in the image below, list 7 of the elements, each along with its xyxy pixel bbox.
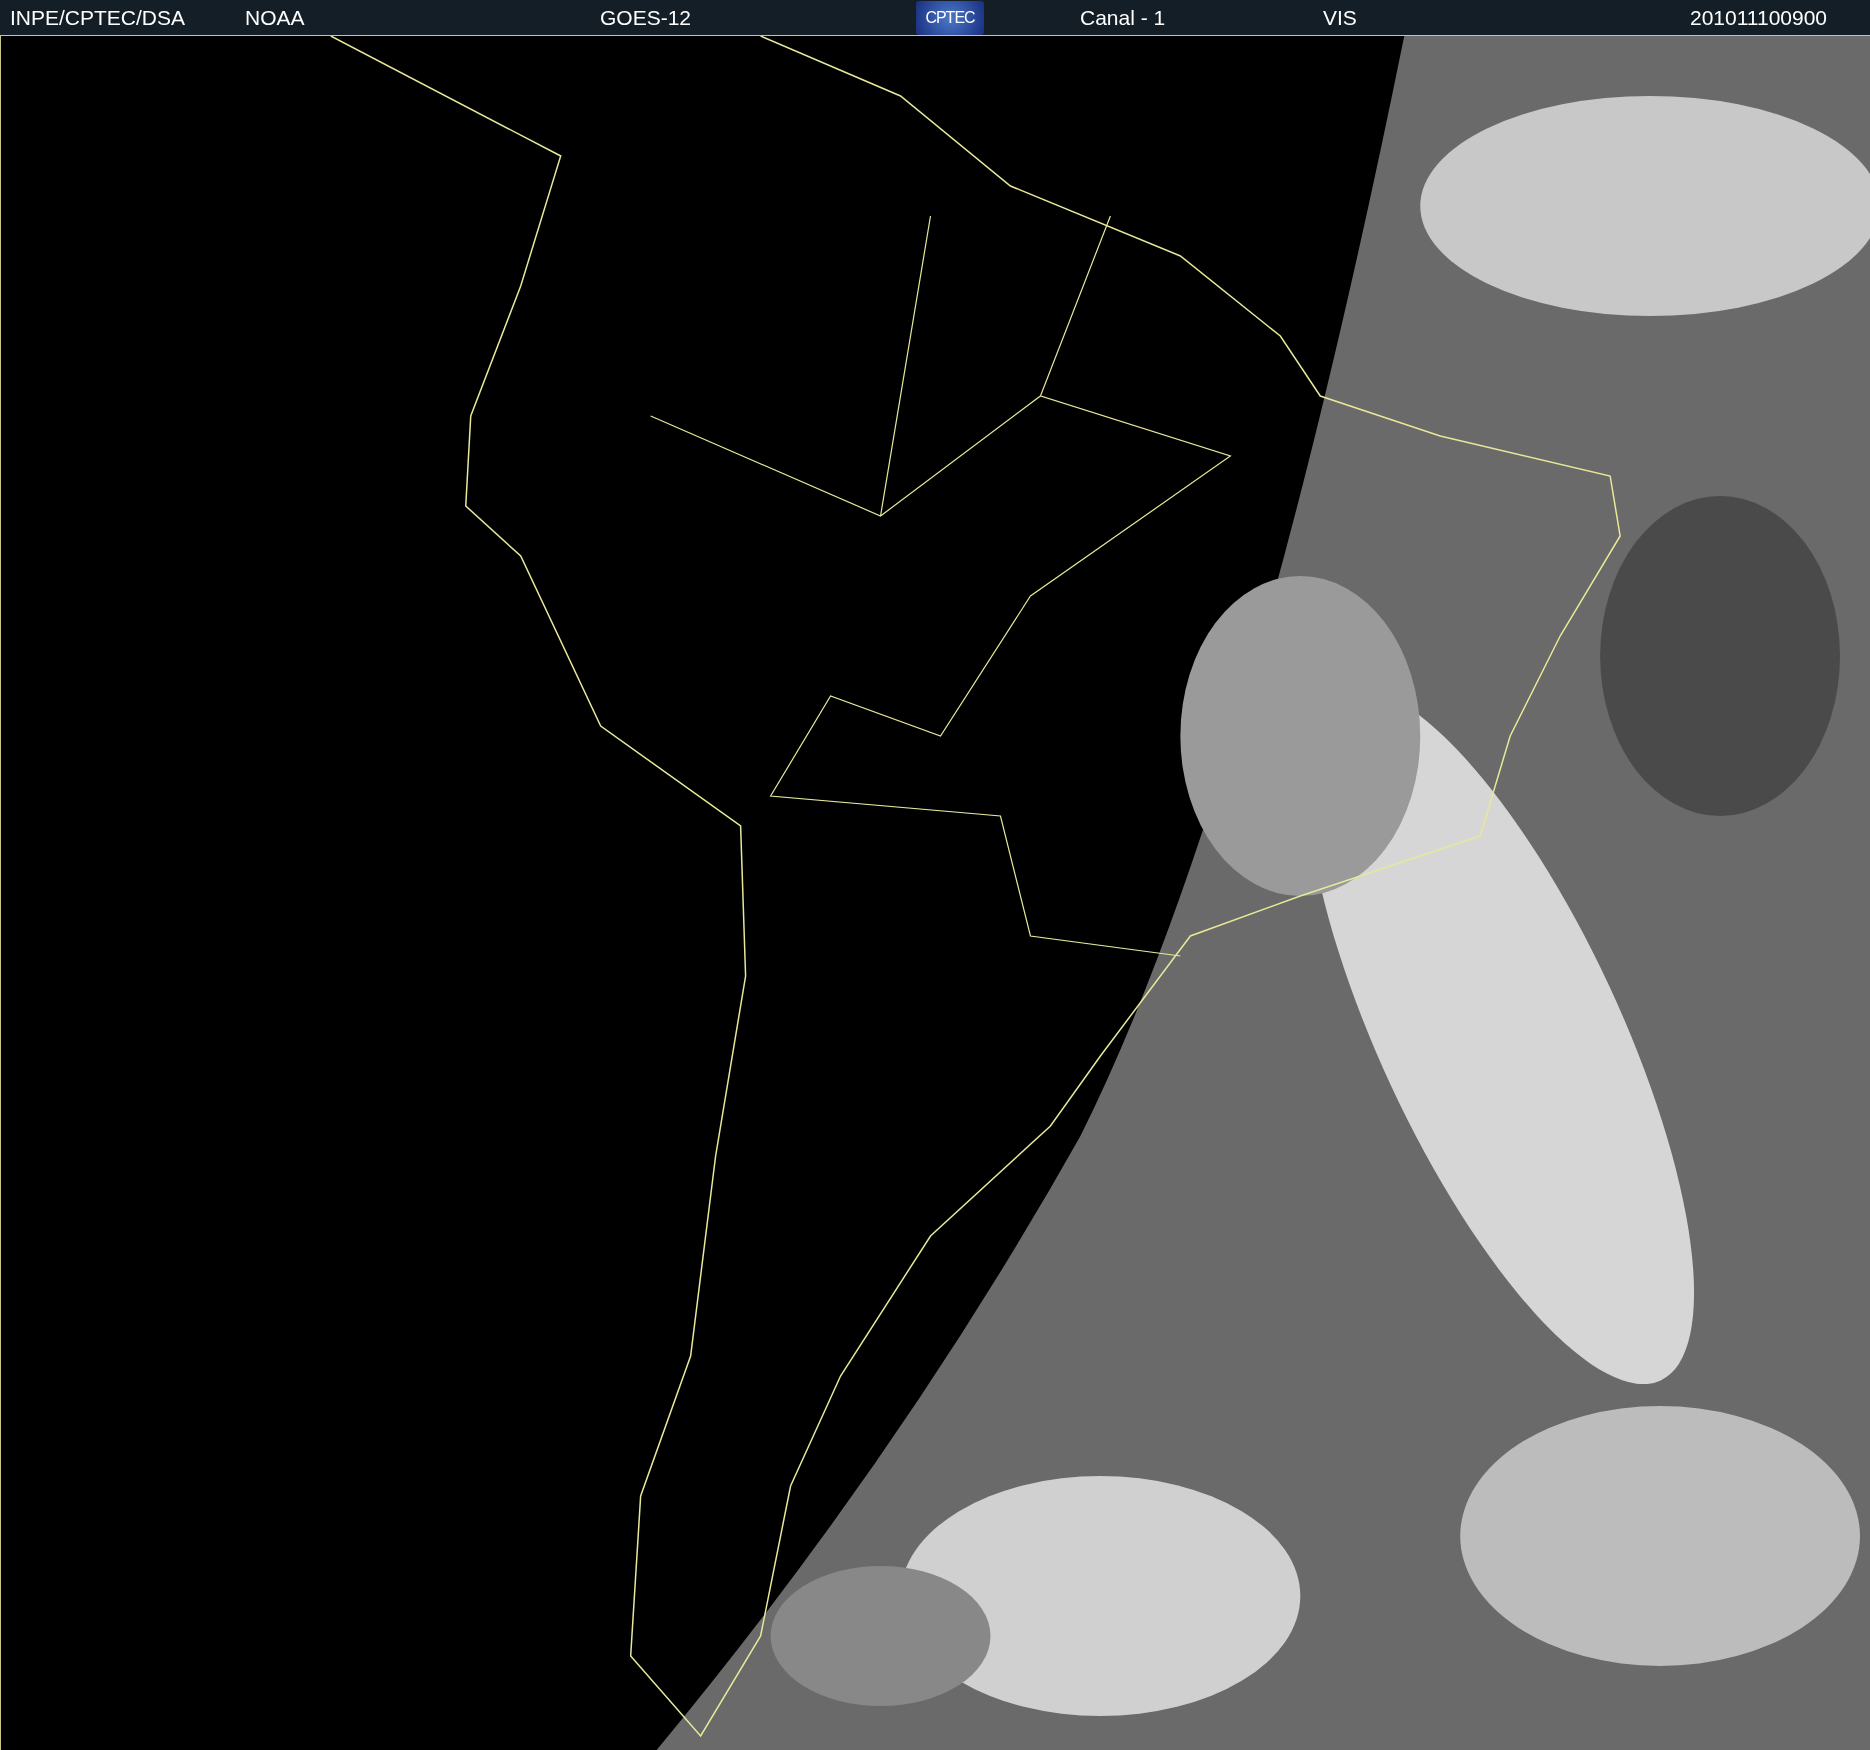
header-label: NOAA	[245, 5, 306, 30]
header-label: Canal - 1	[1080, 5, 1167, 30]
header-label: VIS	[1323, 5, 1358, 30]
header-label: 201011100900	[1690, 5, 1829, 30]
header-label: GOES-12	[600, 5, 693, 30]
header-label: INPE/CPTEC/DSA	[10, 5, 187, 30]
logo-badge: CPTEC	[916, 0, 984, 35]
